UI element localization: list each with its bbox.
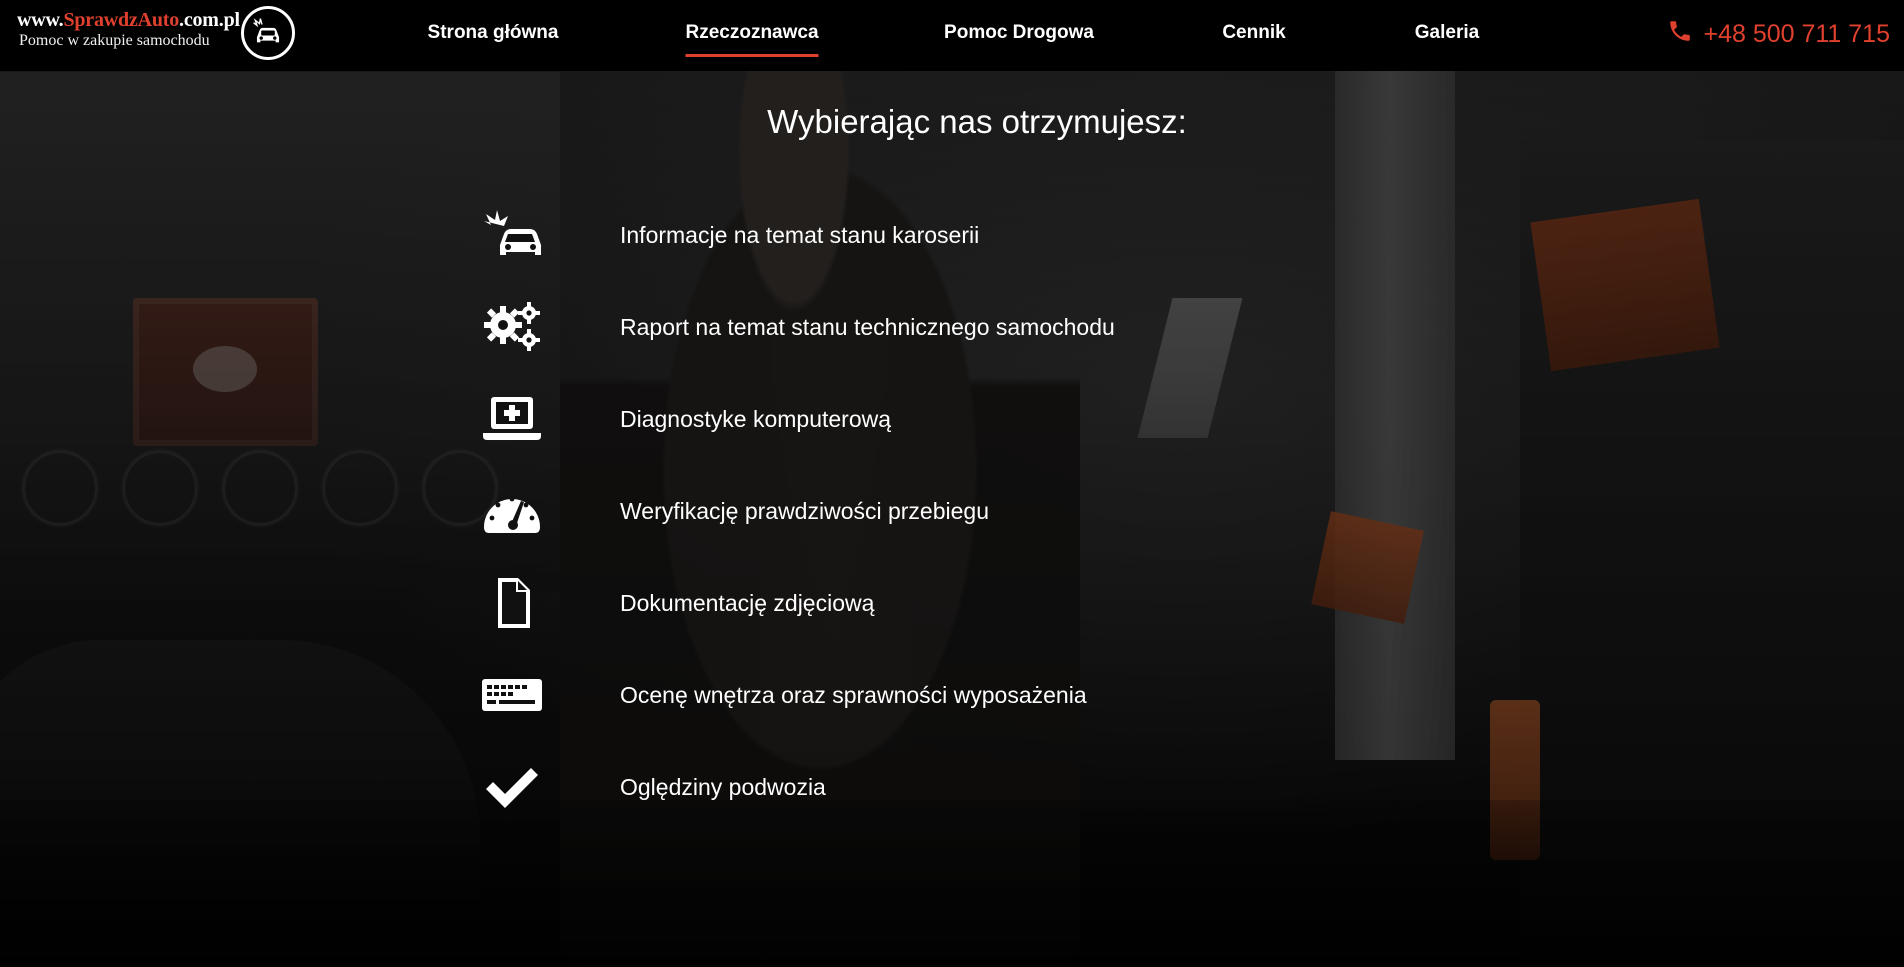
- benefit-text: Oględziny podwozia: [620, 773, 826, 800]
- laptop-medical-icon: [475, 389, 549, 449]
- benefits-section: Wybierając nas otrzymujesz: Informacje n…: [0, 71, 1904, 967]
- nav-item-home[interactable]: Strona główna: [428, 22, 559, 54]
- nav-item-galeria[interactable]: Galeria: [1415, 22, 1479, 54]
- logo-domain-suffix: .com.pl: [179, 9, 240, 31]
- list-item: Raport na temat stanu technicznego samoc…: [475, 281, 1275, 373]
- gears-icon: [475, 297, 549, 357]
- logo-domain: www.SprawdzAuto.com.pl: [17, 9, 240, 32]
- check-icon: [475, 757, 549, 817]
- benefit-text: Ocenę wnętrza oraz sprawności wyposażeni…: [620, 681, 1087, 708]
- car-crash-icon: [241, 6, 295, 60]
- keyboard-icon: [475, 665, 549, 725]
- list-item: Ocenę wnętrza oraz sprawności wyposażeni…: [475, 649, 1275, 741]
- car-crash-icon: [475, 205, 549, 265]
- benefit-text: Raport na temat stanu technicznego samoc…: [620, 313, 1115, 340]
- phone-link[interactable]: +48 500 711 715: [1667, 18, 1890, 51]
- benefits-list: Informacje na temat stanu karoserii Rapo…: [475, 189, 1275, 833]
- benefit-text: Informacje na temat stanu karoserii: [620, 221, 980, 248]
- nav-item-cennik[interactable]: Cennik: [1222, 22, 1285, 54]
- logo-domain-prefix: www.: [17, 9, 64, 31]
- nav-item-rzeczoznawca[interactable]: Rzeczoznawca: [685, 22, 819, 57]
- file-icon: [475, 573, 549, 633]
- phone-icon: [1667, 18, 1693, 51]
- list-item: Informacje na temat stanu karoserii: [475, 189, 1275, 281]
- speedometer-icon: [475, 481, 549, 541]
- benefit-text: Diagnostyke komputerową: [620, 405, 892, 432]
- phone-number: +48 500 711 715: [1703, 20, 1890, 48]
- list-item: Diagnostyke komputerową: [475, 373, 1275, 465]
- list-item: Dokumentację zdjęciową: [475, 557, 1275, 649]
- top-navigation-bar: www.SprawdzAuto.com.pl Pomoc w zakupie s…: [0, 0, 1904, 71]
- benefit-text: Dokumentację zdjęciową: [620, 589, 875, 616]
- logo-domain-highlight: SprawdzAuto: [63, 9, 180, 31]
- section-heading: Wybierając nas otrzymujesz:: [767, 103, 1187, 140]
- site-logo[interactable]: www.SprawdzAuto.com.pl Pomoc w zakupie s…: [17, 6, 302, 66]
- nav-item-pomoc-drogowa[interactable]: Pomoc Drogowa: [944, 22, 1094, 54]
- list-item: Oględziny podwozia: [475, 741, 1275, 833]
- benefit-text: Weryfikację prawdziwości przebiegu: [620, 497, 989, 524]
- list-item: Weryfikację prawdziwości przebiegu: [475, 465, 1275, 557]
- logo-tagline: Pomoc w zakupie samochodu: [19, 32, 210, 49]
